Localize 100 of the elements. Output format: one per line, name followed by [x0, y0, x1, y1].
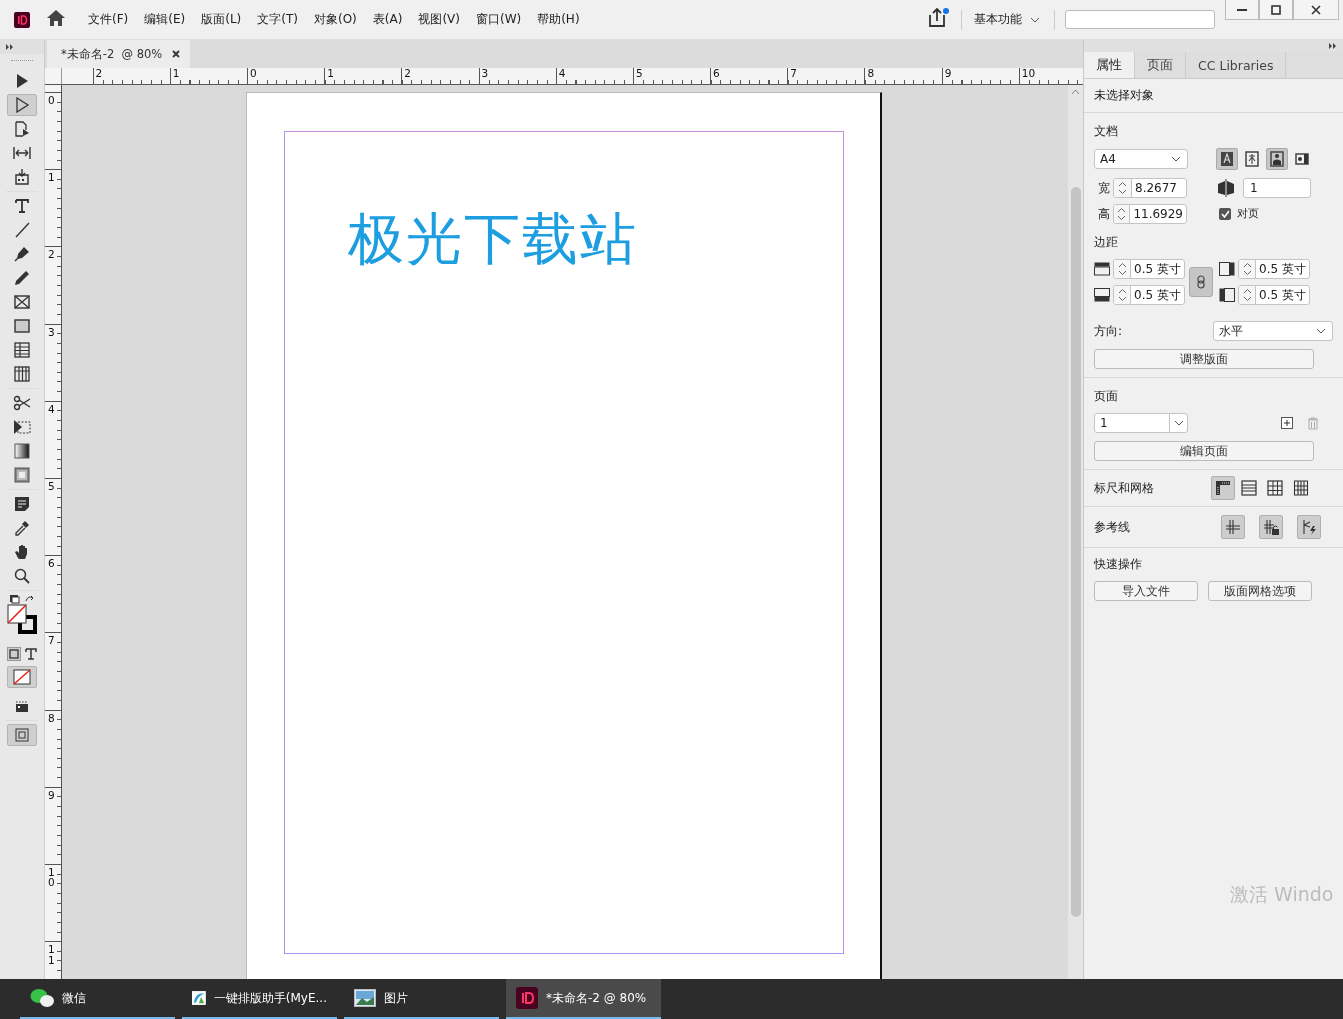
menu-item[interactable]: 版面(L) [193, 11, 250, 28]
ruler-label: 10 [1021, 68, 1036, 79]
ruler-label: 4 [558, 68, 566, 79]
maximize-button[interactable] [1259, 0, 1293, 20]
quick-action-button[interactable]: 导入文件 [1094, 581, 1198, 601]
ruler-origin[interactable] [45, 68, 62, 85]
layout-button[interactable] [1266, 148, 1288, 170]
ruler-label: 9 [48, 789, 55, 801]
checkbox-label: 对页 [1237, 206, 1259, 221]
feather-icon [14, 467, 30, 483]
menu-item[interactable]: 编辑(E) [136, 11, 194, 28]
view-toggle-button[interactable] [1211, 476, 1235, 500]
pen-icon [14, 246, 30, 262]
right-margin-icon [1219, 262, 1235, 276]
arrow-icon [14, 73, 30, 89]
ruler-label: 4 [48, 403, 55, 415]
ruler-label: 11 [48, 944, 55, 966]
trash-icon [1307, 416, 1319, 430]
chevron-down-icon [1171, 156, 1181, 162]
menu-item[interactable]: 文字(T) [249, 11, 306, 28]
quick-action-button[interactable]: 版面网格选项 [1208, 581, 1312, 601]
ruler-label: 7 [48, 635, 55, 646]
ruler-label: 8 [48, 712, 55, 723]
photo-icon [354, 989, 376, 1007]
lock-icon [1263, 519, 1279, 535]
guide-button[interactable] [1221, 515, 1245, 539]
portrait-icon [1270, 151, 1284, 167]
close-button[interactable] [1293, 0, 1339, 20]
chevron-down-icon [1173, 420, 1184, 426]
section-title: 标尺和网格 [1094, 479, 1154, 497]
scrollbar[interactable] [1068, 85, 1083, 979]
column-grid-icon [1293, 480, 1309, 496]
document-tab[interactable]: *未命名-2 @ 80% [47, 40, 190, 68]
layout-button[interactable] [1216, 148, 1238, 170]
ruler-label: 0 [249, 68, 257, 79]
screen-mode-button[interactable] [7, 724, 37, 746]
number-field[interactable]: 0.5 英寸 [1238, 285, 1310, 305]
section-title: 参考线 [1094, 518, 1130, 536]
guide-button[interactable] [1259, 515, 1283, 539]
number-field[interactable]: 0.5 英寸 [1113, 285, 1185, 305]
guides-icon [1225, 519, 1241, 535]
indesign-logo-icon [14, 11, 30, 28]
guide-button[interactable] [1297, 515, 1321, 539]
page-size-dropdown[interactable]: A4 [1094, 149, 1188, 169]
stepper-icon [1118, 181, 1127, 195]
link-button[interactable] [1189, 267, 1213, 297]
section-title: 边距 [1094, 234, 1119, 251]
container-icon [7, 647, 21, 661]
stepper-icon [1242, 288, 1252, 302]
workspace-dropdown[interactable]: 基本功能 [962, 11, 1054, 28]
number-field[interactable]: 0.5 英寸 [1113, 259, 1185, 279]
page-icon [14, 121, 30, 137]
adjust-layout-button[interactable]: 调整版面 [1094, 349, 1314, 369]
search-field[interactable] [1065, 10, 1215, 29]
none-swatch-button[interactable] [7, 666, 37, 688]
number-field[interactable]: 0.5 英寸 [1238, 259, 1310, 279]
minimize-button[interactable] [1225, 0, 1259, 20]
ruler-label: 0 [48, 95, 55, 106]
add-page-icon [1281, 417, 1293, 429]
direction-dropdown[interactable]: 水平 [1213, 321, 1333, 341]
note-icon [14, 496, 30, 512]
stepper-icon [1242, 262, 1252, 276]
grid-icon [1267, 480, 1283, 496]
rectangle-icon [14, 318, 30, 334]
panel-tab[interactable]: 属性 [1084, 52, 1135, 78]
gap-icon [13, 145, 31, 161]
minimize-icon [1237, 8, 1247, 11]
menu-item[interactable]: 帮助(H) [529, 11, 588, 28]
menu-item[interactable]: 对象(O) [306, 11, 365, 28]
stepper-icon [1117, 262, 1127, 276]
section-title: 文档 [1094, 123, 1119, 140]
page-dropdown[interactable]: 1 [1094, 413, 1188, 433]
tool-button[interactable] [7, 94, 37, 116]
top-margin-icon [1094, 262, 1110, 276]
ruler-label: 10 [48, 866, 55, 888]
ruler-label: 1 [327, 68, 334, 79]
number-field[interactable]: 11.6929 [1113, 204, 1187, 224]
expand-icon [1329, 43, 1337, 49]
taskbar-item[interactable]: *未命名-2 @ 80% [506, 979, 661, 1019]
transform-icon [13, 419, 31, 435]
preview-mode-icon [14, 699, 30, 713]
gradient-icon [14, 443, 30, 459]
pages-field[interactable]: 1 [1243, 178, 1311, 198]
selection-status: 未选择对象 [1094, 87, 1155, 104]
ruler-icon [1215, 480, 1231, 496]
menu-item[interactable]: 视图(V) [410, 11, 468, 28]
text-format-icon [25, 648, 37, 660]
ruler-label: 8 [867, 68, 875, 79]
checkbox[interactable] [1219, 207, 1231, 220]
baseline-grid-icon [1241, 480, 1257, 496]
menu-item[interactable]: 表(A) [364, 11, 411, 28]
ruler-label: 5 [48, 480, 55, 492]
edit-page-button[interactable]: 编辑页面 [1094, 441, 1314, 461]
number-field[interactable]: 8.2677 [1113, 178, 1187, 198]
menu-item[interactable]: 文件(F) [80, 11, 137, 28]
stepper-icon [1117, 288, 1127, 302]
menu-item[interactable]: 窗口(W) [467, 11, 530, 28]
frame-icon [14, 294, 30, 310]
ruler-label: 6 [48, 558, 55, 569]
close-icon [172, 50, 181, 58]
